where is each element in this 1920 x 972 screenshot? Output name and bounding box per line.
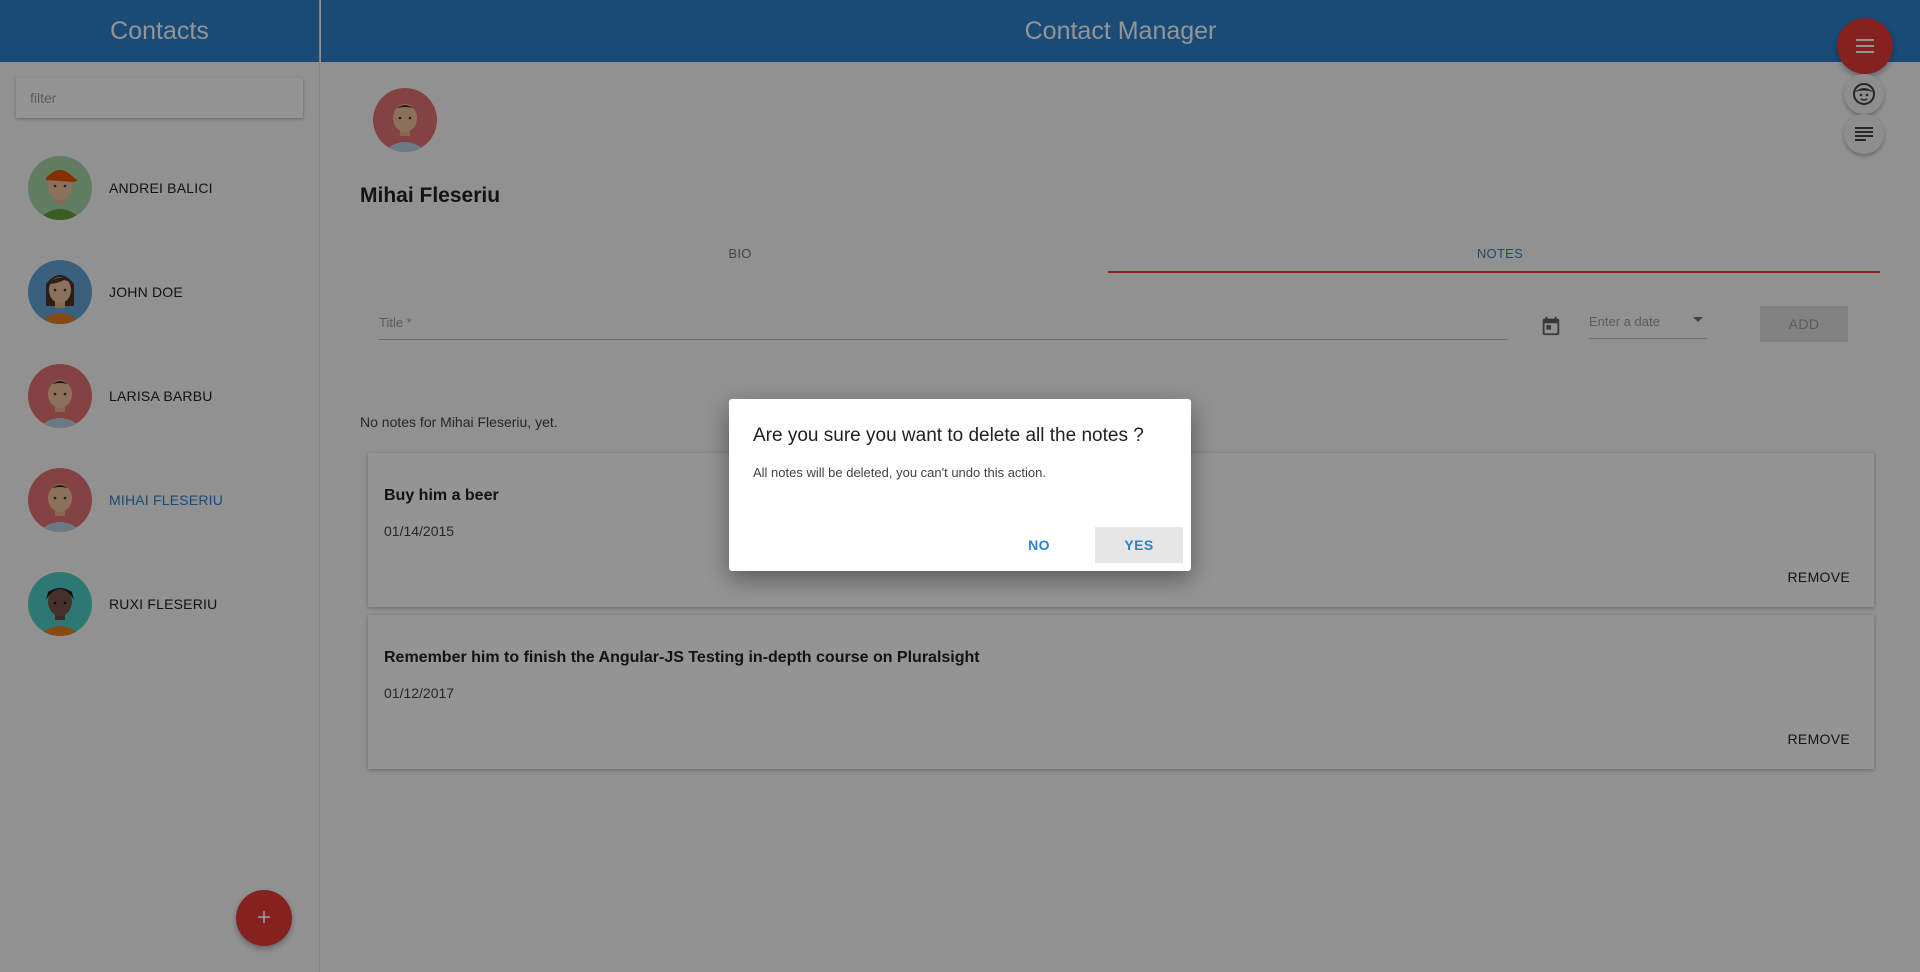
yes-button[interactable]: YES: [1095, 527, 1183, 563]
dialog-title: Are you sure you want to delete all the …: [753, 425, 1144, 446]
confirm-dialog: Are you sure you want to delete all the …: [729, 399, 1191, 571]
no-button[interactable]: NO: [1005, 527, 1073, 563]
dialog-message: All notes will be deleted, you can't und…: [753, 465, 1046, 480]
